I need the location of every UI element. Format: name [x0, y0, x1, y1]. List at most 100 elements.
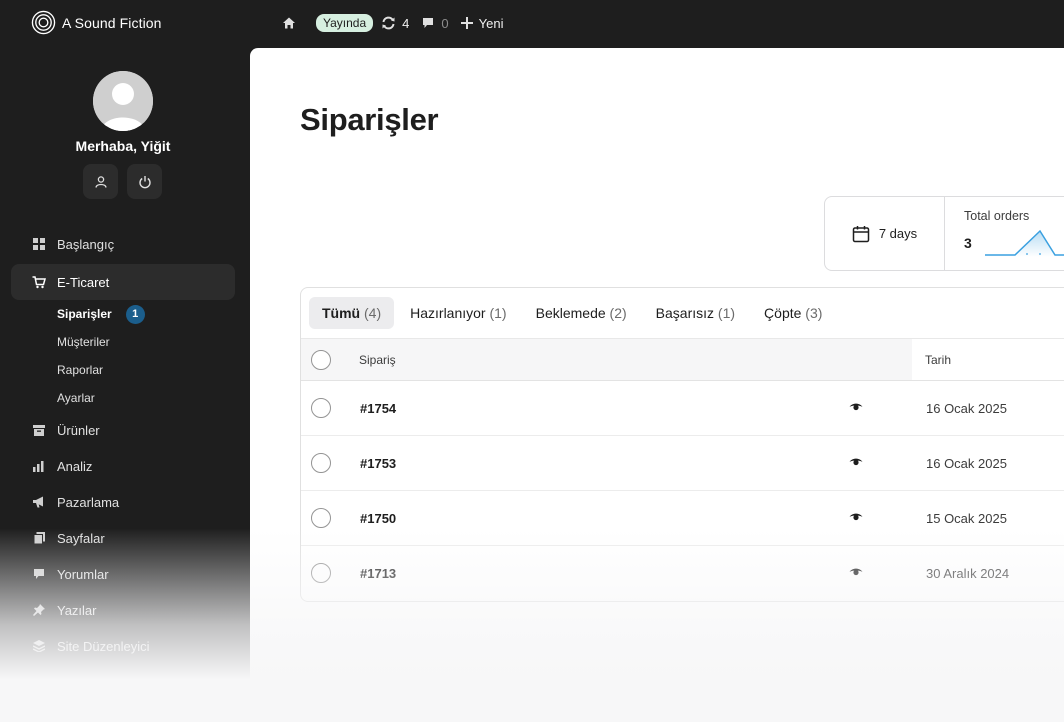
updates-count: 4: [402, 15, 410, 31]
tab-label: Çöpte: [764, 305, 802, 321]
sidebar-item-dashboard[interactable]: Başlangıç: [0, 226, 250, 262]
row-checkbox[interactable]: [311, 398, 331, 418]
admin-bar: A Sound Fiction Yayında 4 0 Yeni: [0, 0, 1064, 48]
user-greeting: Merhaba, Yiğit: [75, 138, 171, 154]
sidebar-item-site-editor[interactable]: Site Düzenleyici: [0, 628, 250, 664]
cart-icon: [32, 275, 46, 289]
submenu-item-customers[interactable]: Müşteriler: [57, 328, 250, 356]
tab-label: Tümü: [322, 305, 361, 321]
submenu-item-reports[interactable]: Raporlar: [57, 356, 250, 384]
sidebar-item-marketing[interactable]: Pazarlama: [0, 484, 250, 520]
table-header: Sipariş Tarih: [301, 339, 1064, 381]
sidebar-item-label: Ürünler: [57, 422, 100, 438]
new-label: Yeni: [478, 15, 504, 31]
tab-failed[interactable]: Başarısız (1): [643, 297, 748, 329]
column-order[interactable]: Sipariş: [359, 353, 396, 367]
sidebar-item-label: E-Ticaret: [57, 274, 110, 290]
chart-bar-icon: [32, 459, 46, 473]
status-tabs: Tümü (4) Hazırlanıyor (1) Beklemede (2) …: [301, 288, 1064, 339]
tab-trash[interactable]: Çöpte (3): [751, 297, 835, 329]
date-range-label: 7 days: [878, 226, 918, 241]
date-range-button[interactable]: 7 days: [825, 197, 945, 270]
profile-button[interactable]: [83, 164, 118, 199]
tab-on-hold[interactable]: Beklemede (2): [523, 297, 640, 329]
layers-icon: [32, 639, 46, 653]
preview-eye-icon[interactable]: [849, 457, 863, 467]
sidebar-item-label: Yorumlar: [57, 566, 109, 582]
preview-eye-icon[interactable]: [849, 402, 863, 412]
site-logo-icon: [31, 10, 56, 35]
tab-count: (2): [609, 305, 627, 321]
order-date: 16 Ocak 2025: [926, 401, 1007, 416]
order-date: 30 Aralık 2024: [926, 566, 1010, 581]
table-row[interactable]: #1750 15 Ocak 2025: [301, 491, 1064, 546]
sidebar-item-label: Sayfalar: [57, 530, 105, 546]
order-id[interactable]: #1713: [360, 566, 396, 581]
calendar-icon: [852, 225, 870, 242]
table-row[interactable]: #1713 30 Aralık 2024: [301, 546, 1064, 601]
sidebar-item-products[interactable]: Ürünler: [0, 412, 250, 448]
submenu-item-label: Müşteriler: [57, 335, 110, 349]
tab-processing[interactable]: Hazırlanıyor (1): [397, 297, 519, 329]
submenu-item-orders[interactable]: Siparişler 1: [57, 300, 250, 328]
tab-count: (1): [489, 305, 507, 321]
sidebar: Merhaba, Yiğit Başlangıç E-Ticaret Sipar…: [0, 48, 250, 722]
user-icon: [94, 175, 107, 188]
avatar[interactable]: [93, 71, 153, 131]
sidebar-item-ecommerce[interactable]: E-Ticaret: [11, 264, 235, 300]
power-icon: [138, 175, 151, 188]
order-id[interactable]: #1753: [360, 456, 396, 471]
select-all-checkbox[interactable]: [311, 350, 331, 370]
preview-eye-icon[interactable]: [849, 567, 863, 577]
sidebar-item-analytics[interactable]: Analiz: [0, 448, 250, 484]
updates-link[interactable]: 4: [381, 16, 409, 31]
row-checkbox[interactable]: [311, 453, 331, 473]
tab-all[interactable]: Tümü (4): [309, 297, 395, 329]
refresh-icon: [382, 16, 395, 30]
tab-count: (4): [364, 305, 382, 321]
comment-icon: [32, 567, 46, 581]
sidebar-item-pages[interactable]: Sayfalar: [0, 520, 250, 556]
submenu-item-settings[interactable]: Ayarlar: [57, 384, 250, 412]
row-checkbox[interactable]: [311, 508, 331, 528]
status-badge[interactable]: Yayında: [316, 14, 374, 32]
column-date[interactable]: Tarih: [925, 353, 951, 367]
order-date: 15 Ocak 2025: [926, 511, 1007, 526]
sidebar-item-comments[interactable]: Yorumlar: [0, 556, 250, 592]
sidebar-item-label: Başlangıç: [57, 236, 115, 252]
admin-menu: Başlangıç E-Ticaret Siparişler 1 Müşteri…: [0, 226, 250, 664]
sidebar-item-posts[interactable]: Yazılar: [0, 592, 250, 628]
site-name: A Sound Fiction: [62, 14, 162, 31]
submenu-item-label: Raporlar: [57, 363, 104, 377]
comments-link[interactable]: 0: [421, 15, 449, 31]
home-link[interactable]: [282, 16, 296, 30]
column-date-cell: Tarih: [912, 339, 1064, 380]
pin-icon: [32, 603, 46, 617]
tab-label: Beklemede: [535, 305, 606, 321]
submenu-item-label: Siparişler: [57, 307, 112, 321]
order-id[interactable]: #1750: [360, 511, 396, 526]
archive-icon: [32, 423, 46, 437]
home-icon: [283, 17, 295, 29]
site-brand[interactable]: A Sound Fiction: [31, 10, 162, 35]
page-title: Siparişler: [300, 102, 439, 137]
dashboard-icon: [32, 237, 46, 251]
comments-count: 0: [441, 15, 449, 31]
tab-count: (1): [717, 305, 736, 321]
table-row[interactable]: #1754 16 Ocak 2025: [301, 381, 1064, 436]
table-row[interactable]: #1753 16 Ocak 2025: [301, 436, 1064, 491]
order-date: 16 Ocak 2025: [926, 456, 1007, 471]
order-id[interactable]: #1754: [360, 401, 396, 416]
row-checkbox[interactable]: [311, 563, 331, 583]
sidebar-item-label: Pazarlama: [57, 494, 120, 510]
logout-button[interactable]: [127, 164, 162, 199]
admin-bar-nav: Yayında 4 0 Yeni: [282, 12, 515, 34]
sidebar-item-label: Site Düzenleyici: [57, 638, 150, 654]
new-content-link[interactable]: Yeni: [460, 15, 504, 31]
account-buttons: [83, 164, 162, 199]
orders-stats-card: 7 days Total orders 3: [824, 196, 1064, 271]
sidebar-item-label: Yazılar: [57, 602, 97, 618]
orders-count-badge: 1: [125, 304, 145, 324]
comment-icon: [423, 18, 434, 28]
preview-eye-icon[interactable]: [849, 512, 863, 522]
